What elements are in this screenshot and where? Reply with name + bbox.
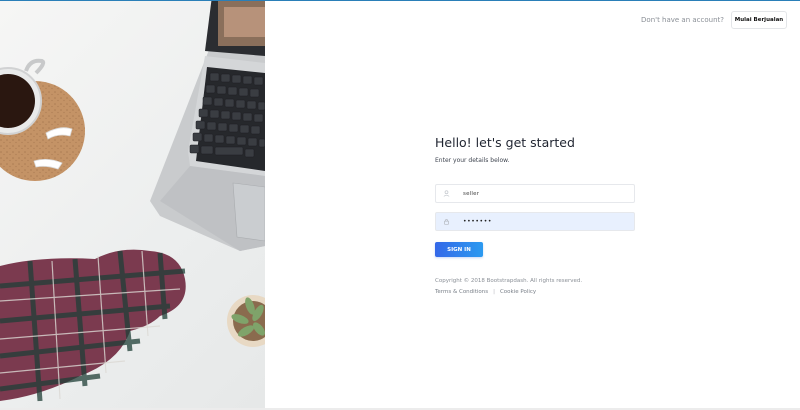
plaid-shirt-illustration bbox=[0, 249, 186, 402]
username-value[interactable]: seller bbox=[458, 191, 479, 197]
desk-scene-illustration bbox=[0, 1, 265, 402]
footer-links: Terms & Conditions | Cookie Policy bbox=[435, 288, 635, 296]
page-title: Hello! let's get started bbox=[435, 135, 575, 150]
footer-separator: | bbox=[493, 289, 495, 295]
cookie-policy-link[interactable]: Cookie Policy bbox=[500, 288, 536, 296]
username-field[interactable]: seller bbox=[435, 184, 635, 203]
lock-icon bbox=[436, 213, 458, 230]
coffee-cup-illustration bbox=[0, 58, 85, 181]
user-icon bbox=[436, 185, 458, 202]
password-value[interactable]: ••••••• bbox=[458, 218, 492, 225]
laptop-illustration bbox=[150, 1, 265, 251]
no-account-prompt: Don't have an account? bbox=[641, 16, 724, 24]
register-button[interactable]: Mulai Berjualan bbox=[731, 11, 787, 29]
copyright-text: Copyright © 2018 Bootstrapdash. All righ… bbox=[435, 278, 583, 284]
plant-pot-illustration bbox=[227, 295, 265, 347]
password-field[interactable]: ••••••• bbox=[435, 212, 635, 231]
page-subtitle: Enter your details below. bbox=[435, 157, 510, 164]
terms-link[interactable]: Terms & Conditions bbox=[435, 288, 488, 296]
sign-in-button[interactable]: SIGN IN bbox=[435, 242, 483, 257]
login-side-photo bbox=[0, 1, 265, 408]
